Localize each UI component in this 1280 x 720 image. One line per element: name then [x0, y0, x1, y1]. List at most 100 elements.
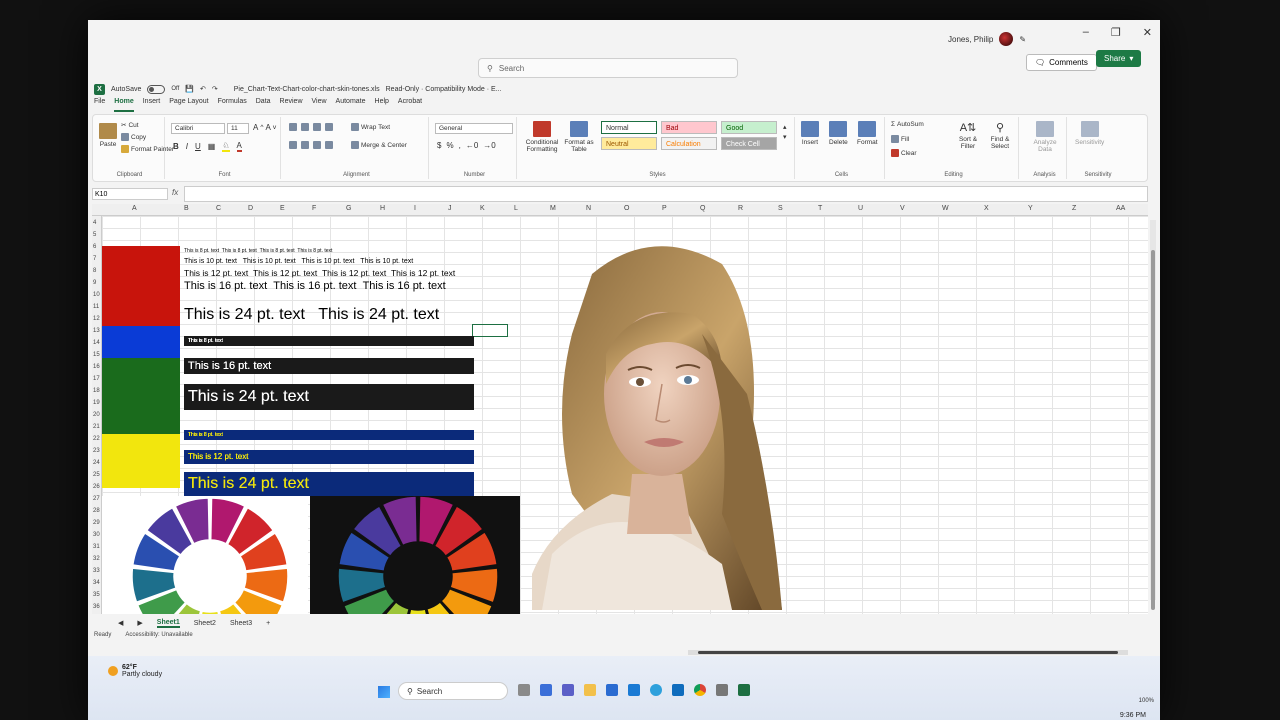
fill-color-icon[interactable]: ♘	[222, 141, 230, 152]
column-header-p[interactable]: P	[662, 205, 667, 212]
weather-widget[interactable]: 62°F Partly cloudy	[108, 664, 162, 678]
snipping-tool-icon[interactable]	[716, 684, 728, 696]
font-size-select[interactable]: 11	[227, 123, 249, 134]
start-button-icon[interactable]	[378, 686, 390, 698]
close-icon[interactable]: ✕	[1143, 26, 1152, 39]
user-account[interactable]: Jones, Philip ✎	[948, 32, 1026, 46]
chrome-icon[interactable]	[694, 684, 706, 696]
horizontal-scrollbar[interactable]	[688, 650, 1128, 655]
row-header-16[interactable]: 16	[93, 364, 100, 370]
row-header-13[interactable]: 13	[93, 328, 100, 334]
style-normal[interactable]: Normal	[601, 121, 657, 134]
style-check-cell[interactable]: Check Cell	[721, 137, 777, 150]
align-right-icon[interactable]	[313, 141, 321, 149]
sensitivity-button[interactable]: Sensitivity	[1075, 121, 1104, 146]
row-header-5[interactable]: 5	[93, 232, 96, 238]
sort-filter-button[interactable]: A⇅ Sort & Filter	[955, 121, 981, 150]
align-bottom-icon[interactable]	[313, 123, 321, 131]
worksheet-grid[interactable]: A B C D E F G H I J K L M N O P Q R S T U V W X Y Z AA 4 5 6 7 8 9 10 11 1…	[92, 204, 1148, 614]
share-button[interactable]: Share ▾	[1096, 50, 1142, 67]
copy-button[interactable]: Copy	[121, 133, 146, 141]
tab-data[interactable]: Data	[256, 98, 271, 112]
tab-automate[interactable]: Automate	[336, 98, 366, 112]
column-header-u[interactable]: U	[858, 205, 863, 212]
column-header-c[interactable]: C	[216, 205, 221, 212]
row-header-14[interactable]: 14	[93, 340, 100, 346]
row-header-27[interactable]: 27	[93, 496, 100, 502]
excel-taskbar-icon[interactable]	[738, 684, 750, 696]
avatar[interactable]	[999, 32, 1014, 46]
next-sheet-icon[interactable]: ▶	[137, 619, 142, 627]
style-bad[interactable]: Bad	[661, 121, 717, 134]
column-header-i[interactable]: I	[414, 205, 416, 212]
increase-decimal-icon[interactable]: ←0	[466, 141, 478, 150]
store-icon[interactable]	[606, 684, 618, 696]
sheet-tab-1[interactable]: Sheet1	[156, 619, 180, 628]
tab-formulas[interactable]: Formulas	[218, 98, 247, 112]
row-header-31[interactable]: 31	[93, 544, 100, 550]
currency-icon[interactable]: $	[437, 141, 441, 150]
row-header-17[interactable]: 17	[93, 376, 100, 382]
row-header-25[interactable]: 25	[93, 472, 100, 478]
row-header-8[interactable]: 8	[93, 268, 96, 274]
column-header-k[interactable]: K	[480, 205, 485, 212]
underline-button[interactable]: U	[195, 142, 201, 151]
column-header-v[interactable]: V	[900, 205, 905, 212]
row-header-22[interactable]: 22	[93, 436, 100, 442]
cut-button[interactable]: ✂ Cut	[121, 121, 139, 130]
save-icon[interactable]: 💾	[185, 85, 194, 93]
edge-icon[interactable]	[650, 684, 662, 696]
indent-icon[interactable]	[325, 141, 333, 149]
insert-cells-button[interactable]: Insert	[801, 121, 819, 146]
teams-icon[interactable]	[562, 684, 574, 696]
row-header-24[interactable]: 24	[93, 460, 100, 466]
row-header-35[interactable]: 35	[93, 592, 100, 598]
column-header-o[interactable]: O	[624, 205, 629, 212]
row-header-12[interactable]: 12	[93, 316, 100, 322]
font-color-icon[interactable]: A	[236, 141, 242, 152]
column-header-b[interactable]: B	[184, 205, 189, 212]
column-header-aa[interactable]: AA	[1116, 205, 1125, 212]
name-box[interactable]: K10	[92, 188, 168, 200]
column-header-l[interactable]: L	[514, 205, 518, 212]
restore-icon[interactable]: ❐	[1111, 26, 1121, 39]
row-header-32[interactable]: 32	[93, 556, 100, 562]
vertical-scrollbar[interactable]	[1150, 220, 1156, 610]
redo-icon[interactable]: ↷	[212, 85, 218, 93]
borders-icon[interactable]: ▦	[208, 142, 216, 151]
accessibility-status[interactable]: Accessibility: Unavailable	[125, 632, 192, 638]
zoom-level[interactable]: 100%	[1139, 698, 1154, 704]
row-header-36[interactable]: 36	[93, 604, 100, 610]
italic-button[interactable]: I	[186, 142, 188, 151]
fill-button[interactable]: Fill	[891, 135, 909, 143]
clear-button[interactable]: Clear	[891, 149, 917, 157]
taskbar-search[interactable]: ⚲ Search	[398, 682, 508, 700]
row-header-10[interactable]: 10	[93, 292, 100, 298]
tab-file[interactable]: File	[94, 98, 105, 112]
style-good[interactable]: Good	[721, 121, 777, 134]
row-header-6[interactable]: 6	[93, 244, 96, 250]
outlook-icon[interactable]	[628, 684, 640, 696]
tab-home[interactable]: Home	[114, 98, 134, 112]
column-header-h[interactable]: H	[380, 205, 385, 212]
format-painter-button[interactable]: Format Painter	[121, 145, 174, 153]
row-header-4[interactable]: 4	[93, 220, 96, 226]
conditional-formatting-button[interactable]: Conditional Formatting	[523, 121, 561, 153]
task-view-icon[interactable]	[518, 684, 530, 696]
tab-page-layout[interactable]: Page Layout	[169, 98, 208, 112]
format-as-table-button[interactable]: Format as Table	[563, 121, 595, 153]
row-header-18[interactable]: 18	[93, 388, 100, 394]
comma-icon[interactable]: ,	[459, 141, 461, 150]
column-header-t[interactable]: T	[818, 205, 822, 212]
fx-icon[interactable]: fx	[172, 188, 178, 197]
row-header-20[interactable]: 20	[93, 412, 100, 418]
column-header-q[interactable]: Q	[700, 205, 705, 212]
undo-icon[interactable]: ↶	[200, 85, 206, 93]
wrap-text-button[interactable]: Wrap Text	[351, 123, 390, 131]
autosum-button[interactable]: Σ AutoSum	[891, 121, 924, 128]
styles-scroll[interactable]: ▴ ▾	[783, 123, 787, 141]
tab-view[interactable]: View	[312, 98, 327, 112]
align-top-icon[interactable]	[289, 123, 297, 131]
format-cells-button[interactable]: Format	[857, 121, 878, 146]
percent-icon[interactable]: %	[446, 141, 453, 150]
